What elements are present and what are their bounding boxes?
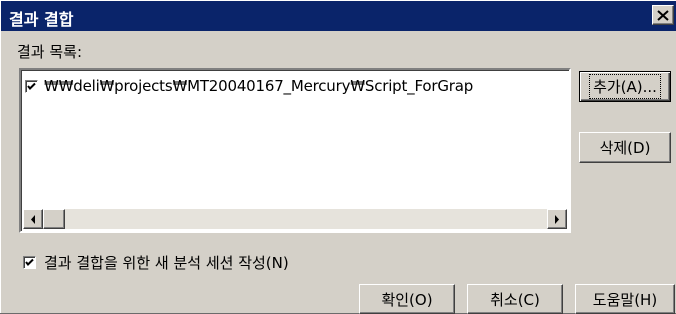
ok-button-label: 확인(O) [381, 290, 433, 309]
title-bar[interactable]: 결과 결합 [1, 1, 676, 31]
arrow-left-icon [31, 214, 35, 224]
scroll-left-button[interactable] [23, 209, 43, 229]
add-button[interactable]: 추가(A)... [579, 71, 671, 102]
add-button-label: 추가(A)... [589, 74, 661, 99]
scrollbar-thumb[interactable] [43, 209, 65, 229]
combine-results-dialog: 결과 결합 결과 목록: ₩₩deli₩projects₩MT20040167_… [0, 0, 676, 314]
list-item-path: ₩₩deli₩projects₩MT20040167_Mercury₩Scrip… [44, 77, 474, 95]
new-session-checkbox[interactable] [23, 256, 36, 269]
new-session-label: 결과 결합을 위한 새 분석 세션 작성(N) [44, 254, 289, 272]
close-button[interactable] [652, 5, 674, 25]
dialog-title: 결과 결합 [9, 10, 74, 29]
checkmark-icon [25, 258, 34, 266]
cancel-button[interactable]: 취소(C) [467, 284, 563, 314]
delete-button[interactable]: 삭제(D) [579, 132, 671, 163]
delete-button-label: 삭제(D) [599, 139, 651, 157]
new-session-option[interactable]: 결과 결합을 위한 새 분석 세션 작성(N) [23, 252, 289, 273]
result-listbox[interactable]: ₩₩deli₩projects₩MT20040167_Mercury₩Scrip… [19, 68, 571, 233]
horizontal-scrollbar[interactable] [23, 209, 567, 229]
scroll-right-button[interactable] [547, 209, 567, 229]
result-list-label: 결과 목록: [17, 43, 83, 61]
arrow-right-icon [555, 214, 559, 224]
cancel-button-label: 취소(C) [490, 290, 540, 309]
ok-button[interactable]: 확인(O) [359, 284, 455, 314]
close-icon [657, 9, 669, 21]
checkmark-icon [27, 82, 36, 90]
list-item-checkbox[interactable] [25, 79, 38, 93]
list-item[interactable]: ₩₩deli₩projects₩MT20040167_Mercury₩Scrip… [25, 76, 565, 96]
help-button-label: 도움말(H) [592, 290, 658, 309]
help-button[interactable]: 도움말(H) [575, 284, 675, 314]
